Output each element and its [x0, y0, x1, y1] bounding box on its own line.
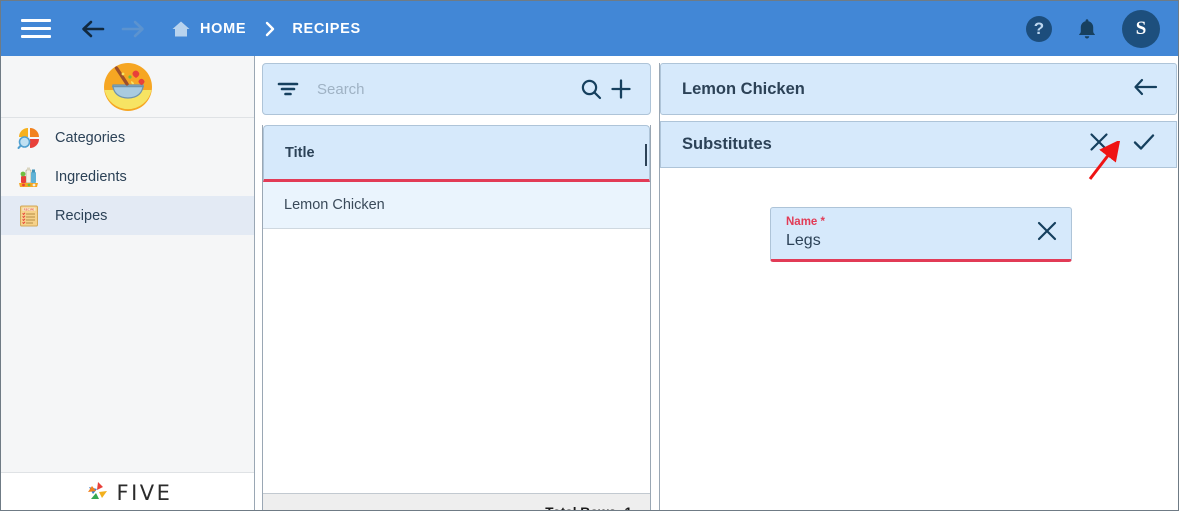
detail-back-icon[interactable] [1133, 77, 1159, 102]
substitutes-actions [1088, 131, 1156, 158]
search-input[interactable] [317, 80, 576, 98]
bell-icon[interactable] [1076, 17, 1098, 41]
sidebar-item-ingredients-label: Ingredients [55, 168, 127, 185]
sidebar-item-categories-label: Categories [55, 129, 126, 146]
name-field-label: Name * [786, 216, 825, 229]
table-cell-title: Lemon Chicken [284, 197, 385, 213]
detail-title: Lemon Chicken [682, 79, 805, 98]
five-pinwheel-logo-icon [87, 481, 107, 499]
sidebar-item-recipes-label: Recipes [55, 207, 108, 224]
top-navigation-bar: HOME RECIPES ? S [1, 1, 1178, 56]
ingredients-groceries-icon [15, 164, 43, 190]
sidebar-footer-brand: FIVE [1, 472, 254, 510]
breadcrumb-current-label: RECIPES [292, 20, 361, 37]
brand-name: FIVE [116, 480, 173, 505]
name-field-value[interactable]: Legs [786, 230, 1035, 252]
substitutes-title: Substitutes [682, 135, 772, 153]
breadcrumb-home[interactable]: HOME [171, 20, 246, 38]
recipes-list-panel: Title Lemon Chicken Total Rows: 1 [262, 63, 651, 511]
help-icon[interactable]: ? [1026, 15, 1052, 42]
grid-header-row: Title [263, 125, 650, 182]
topbar-actions: ? S [1026, 9, 1160, 48]
sidebar-item-categories[interactable]: Categories [1, 118, 254, 157]
application-window: HOME RECIPES ? S Categories Ingredients … [0, 0, 1179, 511]
name-field[interactable]: Name * Legs [770, 207, 1072, 262]
add-record-plus-icon[interactable] [606, 74, 636, 104]
recipes-card-icon: RECIPE [15, 203, 43, 229]
name-field-clear-x-icon[interactable] [1035, 219, 1059, 248]
hamburger-menu-icon[interactable] [21, 18, 51, 40]
detail-header-actions [1133, 77, 1159, 102]
grid-footer: Total Rows: 1 [263, 493, 650, 511]
chevron-right-icon [264, 21, 276, 37]
cancel-close-x-icon[interactable] [1088, 131, 1110, 158]
substitutes-form-area: Name * Legs [660, 168, 1177, 510]
breadcrumb-home-label: HOME [200, 20, 247, 37]
sidebar-item-ingredients[interactable]: Ingredients [1, 157, 254, 196]
sidebar: Categories Ingredients RECIPE Recipes FI… [1, 56, 255, 510]
recipes-data-grid: Title Lemon Chicken Total Rows: 1 [262, 125, 651, 511]
home-icon [171, 20, 191, 38]
name-field-inner: Name * Legs [786, 215, 1035, 252]
nav-forward-icon[interactable] [113, 9, 153, 49]
user-avatar[interactable]: S [1122, 9, 1160, 48]
column-resize-handle[interactable] [645, 144, 647, 166]
grid-empty-area [263, 229, 650, 493]
column-header-title[interactable]: Title [264, 145, 315, 161]
total-rows-label: Total Rows: 1 [545, 505, 632, 511]
food-bowl-logo-icon [103, 62, 152, 111]
confirm-check-icon[interactable] [1132, 131, 1156, 158]
sidebar-item-recipes[interactable]: RECIPE Recipes [1, 196, 254, 235]
table-row[interactable]: Lemon Chicken [263, 182, 650, 229]
filter-icon[interactable] [277, 80, 299, 98]
substitutes-section-header: Substitutes [660, 121, 1177, 168]
nav-back-icon[interactable] [73, 9, 113, 49]
search-icon[interactable] [576, 74, 606, 104]
search-bar [262, 63, 651, 115]
categories-pie-icon [15, 125, 43, 151]
svg-text:RECIPE: RECIPE [24, 207, 35, 211]
app-logo [1, 56, 254, 118]
detail-header: Lemon Chicken [660, 63, 1177, 115]
recipe-detail-panel: Lemon Chicken Substitutes Name * Legs [659, 63, 1177, 510]
